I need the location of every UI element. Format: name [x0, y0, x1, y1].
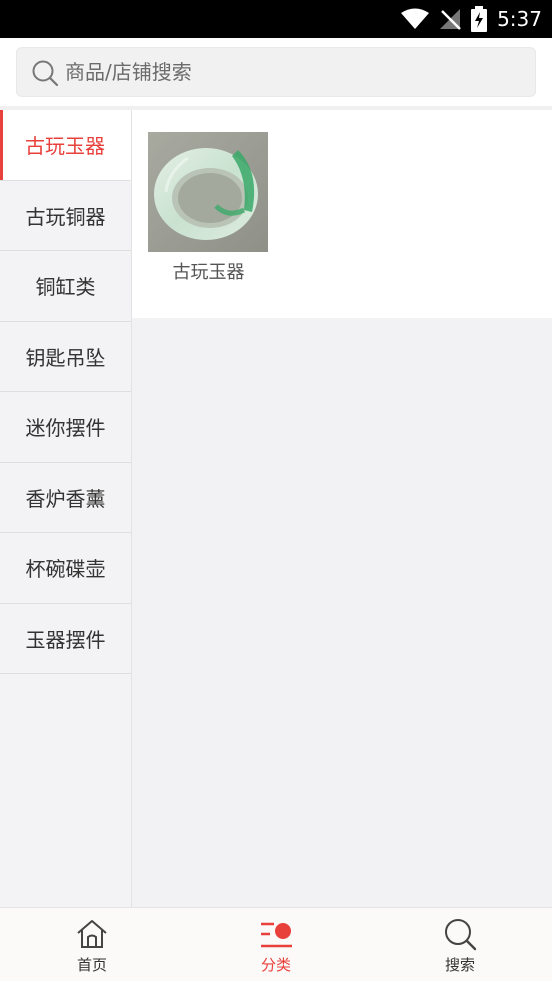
sidebar-item-cups-bowls[interactable]: 杯碗碟壶: [0, 533, 131, 604]
tab-search[interactable]: 搜索: [368, 908, 552, 981]
search-bar[interactable]: [16, 47, 536, 97]
signal-off-icon: [440, 9, 461, 30]
status-icons: 5:37: [401, 0, 542, 38]
sidebar-item-label: 杯碗碟壶: [25, 557, 106, 582]
bottom-tab-bar: 首页 分类 搜索: [0, 907, 552, 981]
category-sidebar: 古玩玉器 古玩铜器 铜缸类 钥匙吊坠 迷你摆件 香炉香薰 杯碗碟壶 玉器摆件: [0, 110, 132, 907]
search-input[interactable]: [65, 48, 525, 96]
tab-category[interactable]: 分类: [184, 908, 368, 981]
sidebar-item-keychain-pendant[interactable]: 钥匙吊坠: [0, 321, 131, 392]
sidebar-item-incense-burner[interactable]: 香炉香薰: [0, 462, 131, 533]
sidebar-item-antique-bronze[interactable]: 古玩铜器: [0, 180, 131, 251]
category-content: 古玩玉器: [132, 110, 552, 318]
search-header: [0, 38, 552, 106]
sidebar-item-label: 迷你摆件: [25, 416, 106, 441]
product-card[interactable]: 古玩玉器: [148, 132, 269, 284]
search-icon: [32, 60, 59, 87]
sidebar-item-label: 香炉香薰: [25, 486, 106, 511]
jade-bangle-image: [148, 132, 268, 252]
tab-home[interactable]: 首页: [0, 908, 184, 981]
home-icon: [77, 920, 107, 948]
category-icon: [261, 922, 292, 948]
status-bar: 5:37: [0, 0, 552, 38]
sidebar-item-mini-ornament[interactable]: 迷你摆件: [0, 392, 131, 463]
sidebar-item-antique-jade[interactable]: 古玩玉器: [0, 110, 131, 181]
sidebar-item-label: 古玩铜器: [25, 204, 106, 229]
sidebar-item-label: 钥匙吊坠: [25, 345, 106, 370]
product-label: 古玩玉器: [172, 262, 245, 283]
wifi-icon: [401, 8, 430, 29]
sidebar-item-copper-vat[interactable]: 铜缸类: [0, 251, 131, 322]
sidebar-item-label: 玉器摆件: [25, 627, 106, 652]
sidebar-item-jade-ornament[interactable]: 玉器摆件: [0, 603, 131, 674]
tab-search-label: 搜索: [444, 956, 475, 974]
sidebar-item-label: 铜缸类: [35, 275, 96, 300]
clock: 5:37: [497, 7, 542, 31]
search-icon: [445, 919, 477, 951]
tab-home-label: 首页: [76, 956, 107, 974]
sidebar-item-label: 古玩玉器: [25, 134, 105, 159]
tab-category-label: 分类: [260, 956, 291, 974]
battery-charging-icon: [471, 6, 488, 32]
